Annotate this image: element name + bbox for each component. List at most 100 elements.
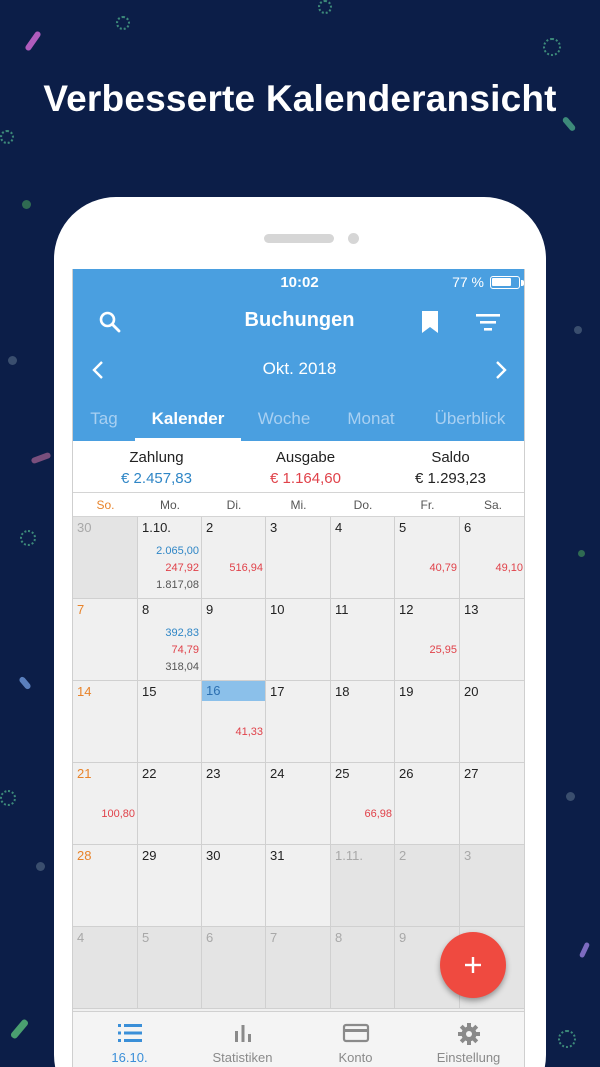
calendar-day-cell[interactable]: 30 (202, 845, 266, 927)
day-number: 25 (335, 766, 350, 781)
calendar-day-cell[interactable]: 8 (331, 927, 395, 1009)
nav-item-label: Konto (338, 1050, 373, 1065)
calendar-day-cell[interactable]: 8 392,83 74,79 318,04 (138, 599, 202, 681)
credit-card-icon (299, 1022, 412, 1046)
expense-amount: 516,94 (229, 562, 263, 574)
calendar-day-cell[interactable]: 5 40,79 (395, 517, 460, 599)
calendar-day-cell[interactable]: 19 (395, 681, 460, 763)
calendar-day-cell[interactable]: 22 (138, 763, 202, 845)
battery-level (492, 278, 512, 286)
nav-item-list[interactable]: 16.10. (73, 1012, 186, 1067)
calendar-day-cell[interactable]: 7 (266, 927, 331, 1009)
calendar-day-cell[interactable]: 13 (460, 599, 524, 681)
calendar-day-cell[interactable]: 31 (266, 845, 331, 927)
calendar-day-cell[interactable]: 30 (73, 517, 138, 599)
add-booking-button[interactable] (440, 932, 506, 998)
tab-kalender[interactable]: Kalender (135, 409, 241, 429)
calendar-day-cell[interactable]: 17 (266, 681, 331, 763)
confetti-decoration (30, 451, 52, 465)
confetti-decoration (24, 30, 42, 52)
day-number: 13 (464, 602, 479, 617)
calendar-day-cell[interactable]: 6 49,10 (460, 517, 524, 599)
weekday-label: Fr. (420, 498, 435, 512)
weekday-label: Di. (226, 498, 242, 512)
day-number: 4 (77, 930, 85, 945)
calendar-day-cell[interactable]: 28 (73, 845, 138, 927)
app-bar: 10:02 77 % Buchungen Okt. 2018 Tag Kalen… (73, 269, 524, 441)
day-number: 17 (270, 684, 285, 699)
day-number: 10 (270, 602, 285, 617)
nav-item-credit-card[interactable]: Konto (299, 1012, 412, 1067)
calendar-day-cell[interactable]: 1.10. 2.065,00 247,92 1.817,08 (138, 517, 202, 599)
day-number: 8 (142, 602, 150, 617)
calendar-day-cell[interactable]: 5 (138, 927, 202, 1009)
calendar-day-cell[interactable]: 14 (73, 681, 138, 763)
calendar-day-cell[interactable]: 9 (202, 599, 266, 681)
day-number: 20 (464, 684, 479, 699)
expense-amount: 100,80 (101, 808, 135, 820)
nav-item-bar-chart[interactable]: Statistiken (186, 1012, 299, 1067)
confetti-decoration (18, 675, 32, 691)
tab-monat[interactable]: Monat (327, 409, 415, 429)
day-number: 2 (399, 848, 407, 863)
weekday-label: Mi. (290, 498, 307, 512)
payment-value: € 2.457,83 (121, 470, 192, 487)
calendar-day-cell[interactable]: 18 (331, 681, 395, 763)
calendar-day-cell[interactable]: 21 100,80 (73, 763, 138, 845)
day-number: 8 (335, 930, 343, 945)
calendar-day-cell[interactable]: 1.11. (331, 845, 395, 927)
calendar-day-cell[interactable]: 24 (266, 763, 331, 845)
calendar-day-cell[interactable]: 11 (331, 599, 395, 681)
calendar-day-cell[interactable]: 15 (138, 681, 202, 763)
calendar-day-cell[interactable]: 29 (138, 845, 202, 927)
calendar-day-cell[interactable]: 3 (460, 845, 524, 927)
calendar-day-cell[interactable]: 25 66,98 (331, 763, 395, 845)
day-number: 7 (77, 602, 85, 617)
calendar-day-cell[interactable]: 2 516,94 (202, 517, 266, 599)
gear-icon (412, 1022, 524, 1046)
expense-value: € 1.164,60 (270, 470, 341, 487)
day-number: 26 (399, 766, 414, 781)
tab-woche[interactable]: Woche (241, 409, 327, 429)
calendar-day-cell[interactable]: 4 (331, 517, 395, 599)
ring-decoration (0, 130, 14, 144)
calendar-day-cell[interactable]: 10 (266, 599, 331, 681)
calendar-day-cell[interactable]: 4 (73, 927, 138, 1009)
day-number: 1.10. (142, 520, 171, 535)
next-month-button[interactable] (486, 355, 516, 385)
calendar-day-cell[interactable]: 27 (460, 763, 524, 845)
calendar-day-cell[interactable]: 3 (266, 517, 331, 599)
calendar-day-cell[interactable]: 16 41,33 (202, 681, 266, 763)
expense-amount: 25,95 (429, 644, 457, 656)
day-number: 23 (206, 766, 221, 781)
filter-icon (476, 314, 500, 331)
bar-chart-icon (186, 1022, 299, 1046)
calendar-day-cell[interactable]: 12 25,95 (395, 599, 460, 681)
day-number: 4 (335, 520, 343, 535)
app-screen: 10:02 77 % Buchungen Okt. 2018 Tag Kalen… (72, 269, 525, 1067)
weekday-header: So. Mo. Di. Mi. Do. Fr. Sa. (73, 493, 524, 517)
day-number: 12 (399, 602, 414, 617)
bookmark-button[interactable] (413, 305, 447, 339)
nav-item-gear[interactable]: Einstellung (412, 1012, 524, 1067)
expense-label: Ausgabe (275, 449, 336, 466)
tab-tag[interactable]: Tag (73, 409, 135, 429)
calendar-day-cell[interactable]: 6 (202, 927, 266, 1009)
plus-icon (465, 957, 481, 973)
calendar-day-cell[interactable]: 7 (73, 599, 138, 681)
filter-button[interactable] (471, 305, 505, 339)
battery-icon (490, 276, 520, 289)
day-number: 9 (206, 602, 214, 617)
expense-amount: 40,79 (429, 562, 457, 574)
calendar-day-cell[interactable]: 23 (202, 763, 266, 845)
day-number: 31 (270, 848, 285, 863)
day-number: 1.11. (335, 848, 363, 863)
calendar-day-cell[interactable]: 2 (395, 845, 460, 927)
payment-amount: 2.065,00 (156, 545, 199, 557)
summary-bar: Zahlung € 2.457,83 Ausgabe € 1.164,60 Sa… (73, 441, 524, 493)
ring-decoration (20, 530, 36, 546)
day-number: 11 (335, 602, 349, 617)
calendar-day-cell[interactable]: 26 (395, 763, 460, 845)
calendar-day-cell[interactable]: 20 (460, 681, 524, 763)
tab-ueberblick[interactable]: Überblick (415, 409, 524, 429)
